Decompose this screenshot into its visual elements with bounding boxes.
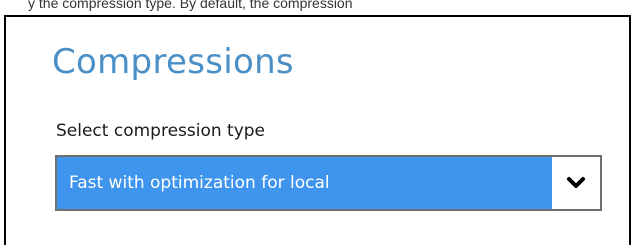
caption-text: y the compression type. By default, the … xyxy=(28,0,353,11)
chevron-down-icon[interactable] xyxy=(552,157,600,209)
panel-title: Compressions xyxy=(52,42,294,82)
compression-type-select[interactable]: Fast with optimization for local xyxy=(55,155,602,211)
compression-type-label: Select compression type xyxy=(56,121,266,141)
chevron-down-icon-glyph xyxy=(567,177,585,188)
compression-type-selected-value: Fast with optimization for local xyxy=(57,157,552,209)
